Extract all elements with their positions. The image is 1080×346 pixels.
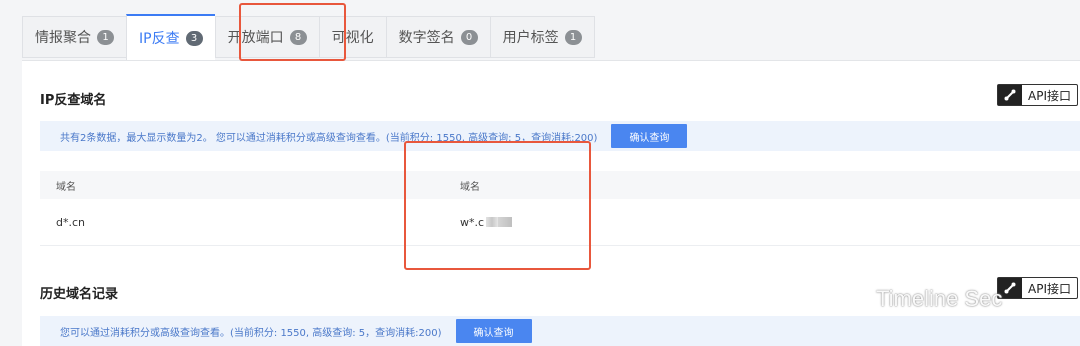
count-badge: 1 (564, 29, 582, 45)
tab-ip-reverse[interactable]: IP反查 3 (126, 14, 215, 60)
tab-label: 数字签名 (398, 30, 455, 46)
tab-label: IP反查 (139, 31, 180, 47)
watermark: Timeline Sec (842, 285, 1002, 313)
confirm-query-button[interactable]: 确认查询 (455, 319, 532, 343)
tab-digital-signature[interactable]: 数字签名 0 (385, 16, 490, 58)
api-button-label: API接口 (1028, 281, 1071, 296)
domain-cell: d*.cn (56, 215, 85, 229)
api-button[interactable]: API接口 (997, 277, 1078, 299)
count-badge: 1 (97, 29, 114, 45)
tab-user-tags[interactable]: 用户标签 1 (489, 16, 595, 58)
watermark-text: Timeline Sec (876, 286, 1003, 311)
history-title: 历史域名记录 (40, 287, 119, 302)
api-button-label: API接口 (1028, 88, 1071, 103)
tab-intel-aggregation[interactable]: 情报聚合 1 (22, 16, 126, 58)
ip-reverse-title: IP反查域名 (40, 93, 107, 108)
count-badge: 0 (460, 29, 478, 45)
info-text: 您可以通过消耗积分或高级查询查看。(当前积分: 1550, 高级查询: 5，查询… (60, 327, 442, 339)
column-header-domain: 域名 (56, 181, 76, 193)
link-icon (998, 85, 1022, 105)
highlight-box (239, 3, 346, 61)
confirm-query-button[interactable]: 确认查询 (611, 124, 688, 148)
count-badge: 3 (185, 30, 203, 46)
tab-label: 情报聚合 (35, 30, 91, 46)
highlight-box (404, 141, 591, 270)
history-info-bar: 您可以通过消耗积分或高级查询查看。(当前积分: 1550, 高级查询: 5，查询… (40, 316, 1080, 346)
api-button[interactable]: API接口 (997, 84, 1078, 106)
wechat-icon (842, 285, 870, 313)
tab-label: 用户标签 (502, 30, 559, 46)
